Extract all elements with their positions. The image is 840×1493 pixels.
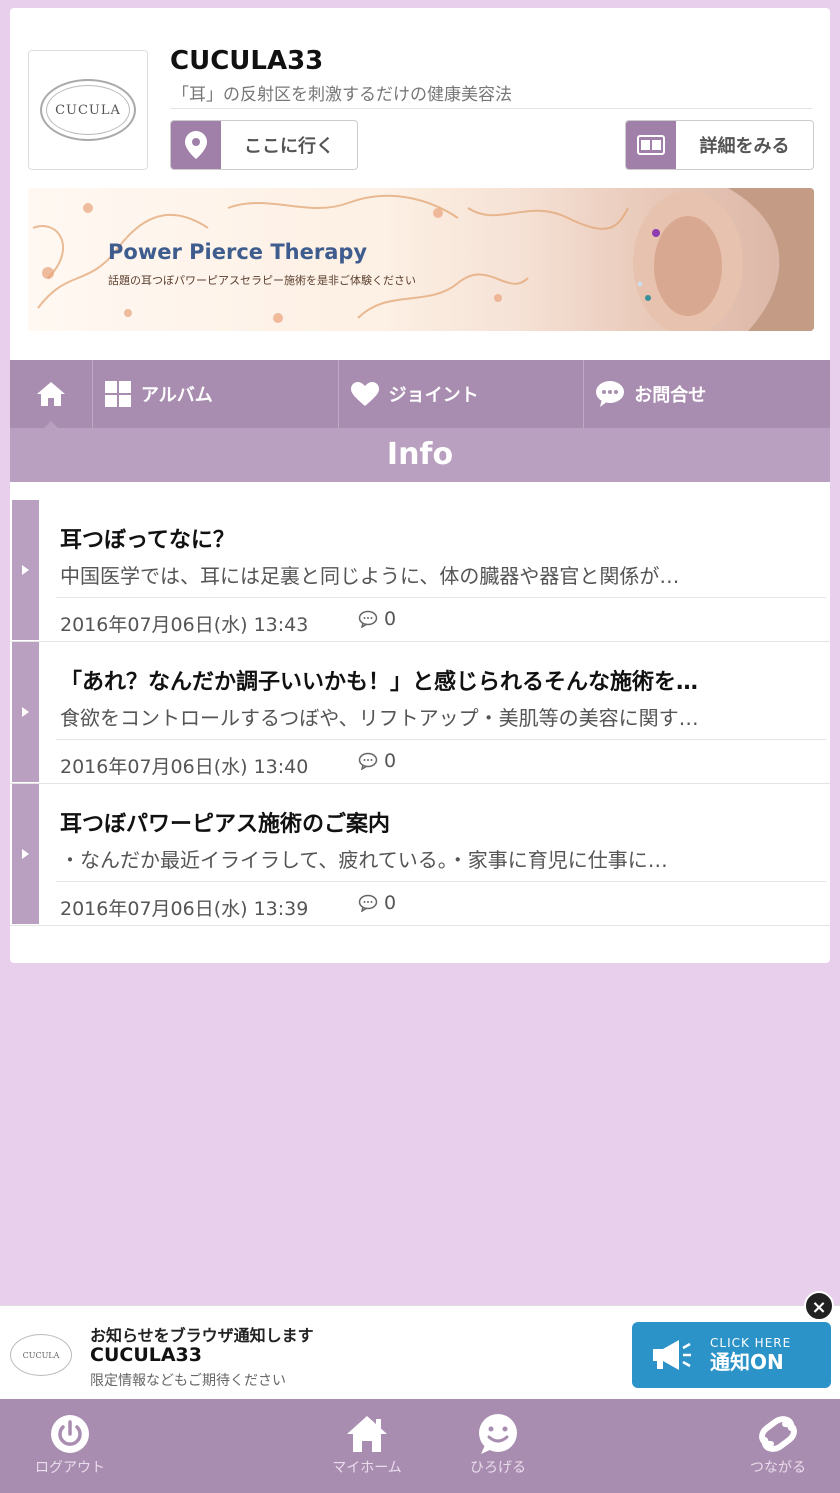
logo-text: CUCULA xyxy=(55,102,121,118)
chevron-right-icon xyxy=(12,500,39,640)
post-divider xyxy=(56,739,826,740)
list-item[interactable]: 「あれ？なんだか調子いいかも！」と感じられるそんな施術を… 食欲をコントロールす… xyxy=(10,642,830,784)
smile-chat-icon xyxy=(477,1411,519,1457)
banner-title: Power Pierce Therapy xyxy=(108,240,368,264)
tab-home-label: マイホーム xyxy=(332,1460,402,1476)
post-date: 2016年07月06日(水) 13:39 xyxy=(60,898,309,920)
nav-joint-label: ジョイント xyxy=(388,385,479,406)
nav-contact-label: お問合せ xyxy=(634,385,707,406)
comment-count-value: 0 xyxy=(384,608,397,630)
megaphone-icon xyxy=(632,1338,710,1372)
post-excerpt: 食欲をコントロールするつぼや、リフトアップ・美肌等の美容に関す… xyxy=(60,706,699,730)
tab-spread-label: ひろげる xyxy=(470,1460,526,1476)
logo-oval: CUCULA xyxy=(40,79,136,141)
chat-bubble-icon xyxy=(596,381,625,407)
tab-connect-label: つながる xyxy=(750,1460,806,1476)
nav-album-label: アルバム xyxy=(140,385,213,406)
power-icon xyxy=(50,1411,90,1457)
comment-icon xyxy=(358,894,378,912)
post-divider xyxy=(56,597,826,598)
push-notification-banner: CUCULA お知らせをブラウザ通知します CUCULA33 限定情報などもご期… xyxy=(0,1305,840,1399)
post-title: 耳つぼパワーピアス施術のご案内 xyxy=(60,812,391,837)
post-excerpt: ・なんだか最近イライラして、疲れている。・家事に育児に仕事に… xyxy=(60,848,668,872)
nav-joint[interactable]: ジョイント xyxy=(339,360,585,428)
details-label: 詳細をみる xyxy=(699,136,790,157)
details-button[interactable]: 詳細をみる xyxy=(625,120,814,170)
nav-album[interactable]: アルバム xyxy=(93,360,339,428)
section-title: Info xyxy=(10,428,830,482)
tab-my-home[interactable]: マイホーム xyxy=(322,1411,412,1477)
heart-icon xyxy=(350,382,379,406)
post-divider xyxy=(56,881,826,882)
home-icon xyxy=(36,382,65,406)
notify-button-label: 通知ON xyxy=(710,1350,784,1374)
list-item[interactable]: 耳つぼってなに？ 中国医学では、耳には足裏と同じように、体の臓器や器官と関係が…… xyxy=(10,500,830,642)
bottom-tabbar: ログアウト マイホーム ひろげる つながる xyxy=(0,1399,840,1493)
comment-count: 0 xyxy=(358,608,396,630)
card-icon xyxy=(626,121,676,169)
shop-card: CUCULA CUCULA33 「耳」の反射区を刺激するだけの健康美容法 ここに… xyxy=(10,8,830,963)
go-here-label: ここに行く xyxy=(244,136,334,157)
list-item[interactable]: 耳つぼパワーピアス施術のご案内 ・なんだか最近イライラして、疲れている。・家事に… xyxy=(10,784,830,926)
enable-notifications-button[interactable]: CLICK HERE 通知ON xyxy=(632,1322,831,1388)
chevron-right-icon xyxy=(12,784,39,924)
comment-icon xyxy=(358,610,378,628)
post-date: 2016年07月06日(水) 13:43 xyxy=(60,614,309,636)
banner-subtitle: 話題の耳つぼパワーピアスセラピー施術を是非ご体験ください xyxy=(108,274,416,287)
comment-count: 0 xyxy=(358,750,396,772)
comment-count-value: 0 xyxy=(384,892,397,914)
home-icon xyxy=(346,1411,388,1457)
notification-shop-name: CUCULA33 xyxy=(90,1344,202,1366)
tab-spread[interactable]: ひろげる xyxy=(460,1411,536,1477)
link-icon xyxy=(753,1411,803,1457)
shop-tagline: 「耳」の反射区を刺激するだけの健康美容法 xyxy=(172,85,512,105)
shop-nav: アルバム ジョイント お問合せ xyxy=(10,360,830,429)
comment-count: 0 xyxy=(358,892,396,914)
shop-name: CUCULA33 xyxy=(170,46,324,76)
nav-home[interactable] xyxy=(10,360,93,429)
tab-logout[interactable]: ログアウト xyxy=(28,1411,112,1477)
nav-contact[interactable]: お問合せ xyxy=(584,360,830,428)
post-title: 「あれ？なんだか調子いいかも！」と感じられるそんな施術を… xyxy=(60,670,699,695)
notification-line1: お知らせをブラウザ通知します xyxy=(90,1326,314,1345)
post-date: 2016年07月06日(水) 13:40 xyxy=(60,756,309,778)
comment-icon xyxy=(358,752,378,770)
close-icon[interactable]: × xyxy=(804,1291,834,1321)
tab-connect[interactable]: つながる xyxy=(740,1411,816,1477)
post-excerpt: 中国医学では、耳には足裏と同じように、体の臓器や器官と関係が… xyxy=(60,564,680,588)
grid-icon xyxy=(104,381,131,407)
notification-logo: CUCULA xyxy=(10,1334,72,1376)
notification-line3: 限定情報などもご期待ください xyxy=(90,1373,286,1389)
post-title: 耳つぼってなに？ xyxy=(60,528,235,553)
comment-count-value: 0 xyxy=(384,750,397,772)
shop-logo[interactable]: CUCULA xyxy=(28,50,148,170)
map-pin-icon xyxy=(171,121,221,169)
tab-logout-label: ログアウト xyxy=(35,1460,105,1476)
header-divider xyxy=(170,108,812,109)
post-list: 耳つぼってなに？ 中国医学では、耳には足裏と同じように、体の臓器や器官と関係が…… xyxy=(10,500,830,926)
go-here-button[interactable]: ここに行く xyxy=(170,120,358,170)
promo-banner[interactable]: Power Pierce Therapy 話題の耳つぼパワーピアスセラピー施術を… xyxy=(28,188,814,331)
notify-button-small: CLICK HERE xyxy=(710,1336,792,1350)
chevron-right-icon xyxy=(12,642,39,782)
